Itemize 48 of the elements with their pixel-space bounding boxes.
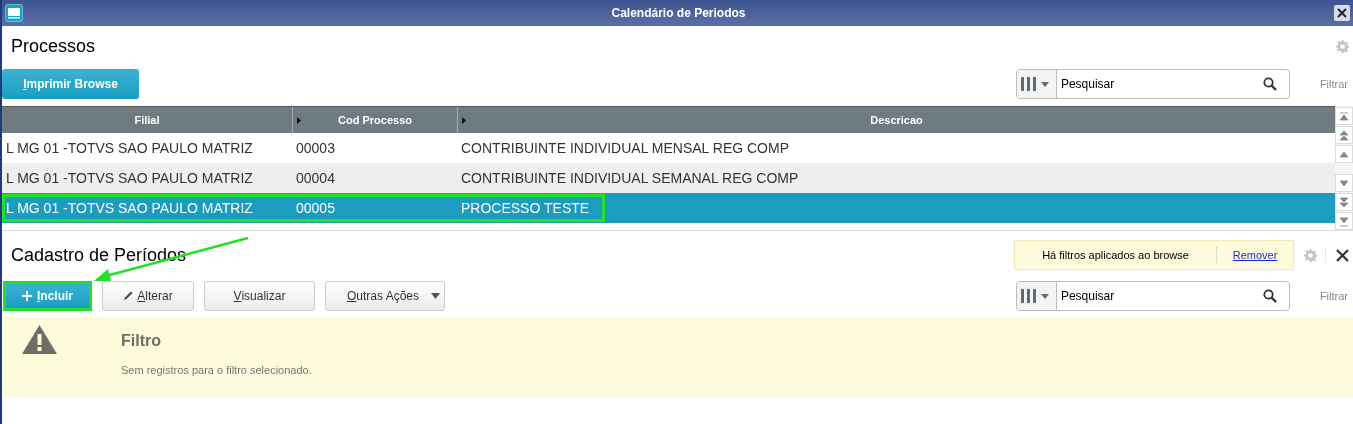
section-title: Processos <box>11 34 96 58</box>
message-text: Sem registros para o filtro selecionado. <box>121 363 312 378</box>
table-cell-text: PROCESSO TESTE <box>461 198 590 218</box>
columns-icon[interactable] <box>1021 289 1052 303</box>
search-icon[interactable] <box>1262 289 1277 303</box>
table-cell-text: L MG 01 -TOTVS SAO PAULO MATRIZ <box>6 138 253 158</box>
edit-button[interactable]: Alterar <box>102 281 194 311</box>
table-cell-text: 00003 <box>296 138 335 158</box>
table-cell-text: 00004 <box>296 168 335 188</box>
sort-arrow-icon[interactable] <box>462 117 466 124</box>
scroll-up-icon[interactable] <box>1337 128 1351 142</box>
table-cell-text: L MG 01 -TOTVS SAO PAULO MATRIZ <box>6 168 253 188</box>
include-button[interactable]: Incluir <box>3 281 92 311</box>
sort-arrow-icon[interactable] <box>297 117 301 124</box>
caret-icon <box>431 293 440 299</box>
scroll-down-icon[interactable] <box>1337 195 1351 209</box>
window-title: Calendário de Periodos <box>611 5 746 22</box>
monitor-icon <box>5 4 23 22</box>
warning-icon <box>22 325 57 354</box>
scroll-up-icon[interactable] <box>1337 109 1351 123</box>
search-field[interactable]: Pesquisar <box>1056 282 1263 310</box>
table-cell-text: 00005 <box>296 198 335 218</box>
notice-text: Há filtros aplicados ao browse <box>1015 246 1217 264</box>
table-cell-text: CONTRIBUINTE INDIVIDUAL SEMANAL REG COMP <box>461 168 799 188</box>
close-icon[interactable] <box>1336 248 1349 262</box>
scroll-down-icon[interactable] <box>1337 214 1351 228</box>
search-bar[interactable]: Pesquisar <box>1015 281 1290 311</box>
filter-link[interactable]: Filtrar <box>1319 75 1353 93</box>
column-header[interactable]: Descricao <box>870 111 923 129</box>
search-field[interactable]: Pesquisar <box>1056 70 1263 98</box>
table-row[interactable]: L MG 01 -TOTVS SAO PAULO MATRIZ 00004 CONTRIBUINTE INDIVIDUAL SEMANAL REG COMP <box>2 163 1336 193</box>
column-header[interactable]: Filial <box>134 111 160 129</box>
table-cell-text: L MG 01 -TOTVS SAO PAULO MATRIZ <box>6 198 253 218</box>
search-icon[interactable] <box>1262 77 1277 91</box>
remove-link[interactable]: Remover <box>1217 246 1293 264</box>
view-button[interactable]: Visualizar <box>204 281 315 311</box>
search-bar[interactable]: Pesquisar <box>1015 69 1290 99</box>
pencil-icon <box>123 291 134 301</box>
columns-icon[interactable] <box>1021 77 1052 91</box>
column-header[interactable]: Cod Processo <box>338 111 412 129</box>
more-actions-button[interactable]: Outras Ações <box>325 281 445 311</box>
table-cell-text: CONTRIBUINTE INDIVIDUAL MENSAL REG COMP <box>461 138 789 158</box>
table-row[interactable]: L MG 01 -TOTVS SAO PAULO MATRIZ 00005 PROCESSO TESTE <box>2 193 1336 223</box>
close-icon[interactable] <box>1334 5 1350 21</box>
filter-link[interactable]: Filtrar <box>1319 287 1353 305</box>
message-title: Filtro <box>121 331 162 351</box>
plus-icon <box>22 291 32 301</box>
print-button[interactable]: Imprimir Browse <box>2 69 139 99</box>
